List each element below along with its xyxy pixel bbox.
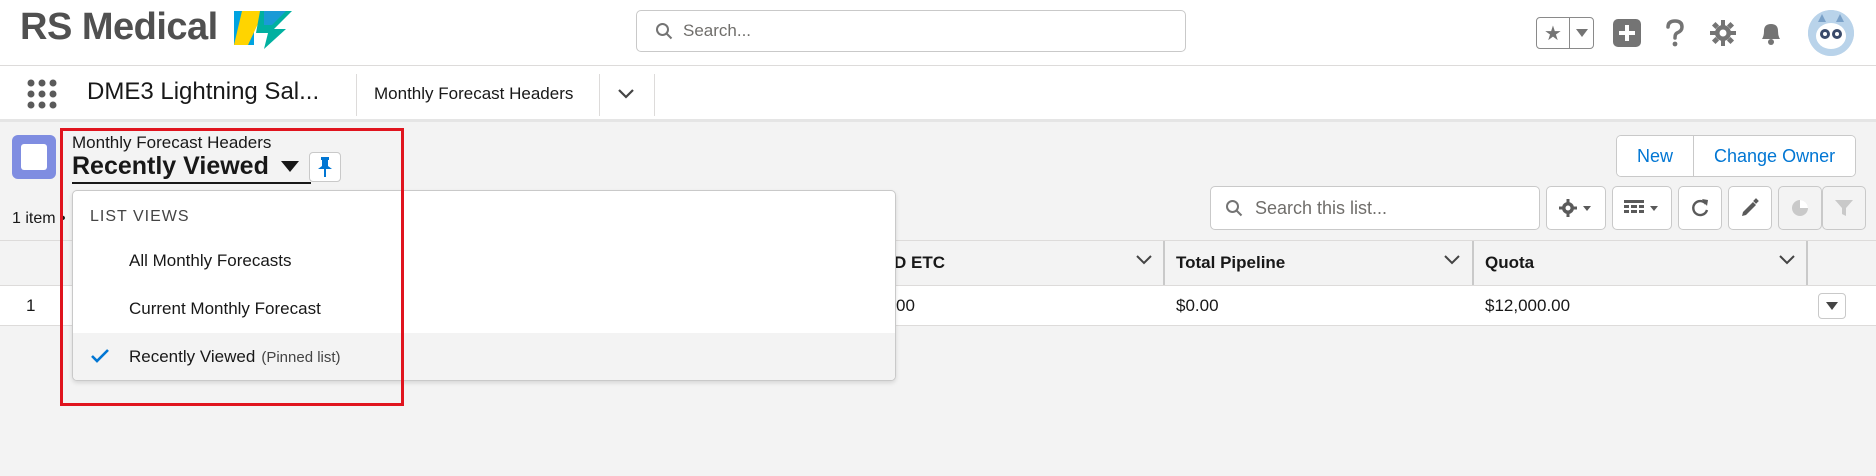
caret-down-icon <box>280 160 299 172</box>
item-count: 1 item • <box>12 210 66 227</box>
brand[interactable]: RS Medical <box>20 6 292 49</box>
pin-list-button[interactable] <box>309 152 341 182</box>
global-header: RS Medical ★ <box>0 0 1876 66</box>
search-icon <box>1226 200 1243 217</box>
table-view-icon <box>1624 200 1658 213</box>
nav-divider <box>356 74 357 116</box>
cell-total-pipeline: $0.00 <box>1176 296 1219 315</box>
app-name: DME3 Lightning Sal... <box>87 78 320 105</box>
chevron-down-icon[interactable] <box>1444 255 1460 265</box>
inline-edit-button[interactable] <box>1728 186 1772 230</box>
help-icon[interactable] <box>1660 18 1690 48</box>
column-header-quota[interactable]: Quota <box>1475 241 1807 285</box>
header-utility-icons: ★ <box>1536 10 1854 56</box>
pin-icon <box>318 157 332 177</box>
change-owner-button[interactable]: Change Owner <box>1694 136 1856 176</box>
display-as-button[interactable] <box>1612 186 1672 230</box>
list-view-picker[interactable]: Recently Viewed <box>72 152 311 184</box>
brand-logo-icon <box>233 10 292 49</box>
column-divider[interactable] <box>1472 241 1474 285</box>
row-number: 1 <box>26 296 36 315</box>
list-view-option-current-monthly-forecast[interactable]: Current Monthly Forecast <box>73 285 895 333</box>
user-avatar[interactable] <box>1808 10 1854 56</box>
favorites-star-icon[interactable]: ★ <box>1537 18 1570 48</box>
edit-icon <box>1742 198 1759 216</box>
dropdown-section-heading: List Views <box>90 208 190 225</box>
caret-down-icon <box>1826 302 1838 310</box>
list-settings-button[interactable] <box>1546 186 1606 230</box>
column-header-d-etc[interactable]: D ETC <box>888 241 1164 285</box>
setup-gear-icon[interactable] <box>1708 18 1738 48</box>
filters-button[interactable] <box>1822 186 1866 230</box>
object-label: Monthly Forecast Headers <box>72 133 272 152</box>
chevron-down-icon[interactable] <box>1779 255 1795 265</box>
list-search[interactable] <box>1210 186 1540 230</box>
row-actions-button[interactable] <box>1818 293 1846 319</box>
app-launcher-icon[interactable] <box>26 78 58 110</box>
refresh-icon <box>1692 199 1709 217</box>
list-view-option-all-monthly-forecasts[interactable]: All Monthly Forecasts <box>73 237 895 285</box>
list-view-title: Recently Viewed <box>72 152 269 180</box>
brand-name: RS Medical <box>20 6 218 48</box>
nav-more-chevron-down-icon[interactable] <box>600 78 652 110</box>
chevron-down-icon[interactable] <box>1136 255 1152 265</box>
refresh-button[interactable] <box>1678 186 1722 230</box>
global-search[interactable] <box>636 10 1186 52</box>
list-view-option-recently-viewed[interactable]: Recently Viewed (Pinned list) <box>73 333 895 380</box>
favorites-menu-chevron-icon[interactable] <box>1570 18 1593 48</box>
list-views-dropdown: List Views All Monthly Forecasts Current… <box>72 190 896 381</box>
charts-button[interactable] <box>1778 186 1822 230</box>
filter-icon <box>1835 200 1853 216</box>
pinned-list-tag: (Pinned list) <box>261 348 341 366</box>
settings-gear-icon <box>1559 199 1591 217</box>
add-icon[interactable] <box>1612 18 1642 48</box>
column-divider[interactable] <box>1163 241 1165 285</box>
checkmark-icon <box>91 349 109 363</box>
chart-icon <box>1792 200 1808 216</box>
search-icon <box>656 23 673 40</box>
new-button[interactable]: New <box>1617 136 1694 176</box>
cell-quota: $12,000.00 <box>1485 296 1571 315</box>
header-action-buttons: New Change Owner <box>1616 135 1857 177</box>
object-icon <box>12 135 56 179</box>
global-search-input[interactable] <box>683 21 1163 41</box>
cell-d-etc: 00 <box>896 296 915 315</box>
column-header-total-pipeline[interactable]: Total Pipeline <box>1166 241 1472 285</box>
notifications-bell-icon[interactable] <box>1756 18 1786 48</box>
tab-monthly-forecast-headers[interactable]: Monthly Forecast Headers <box>374 84 573 104</box>
list-search-input[interactable] <box>1255 197 1525 219</box>
app-navigation-bar: DME3 Lightning Sal... Monthly Forecast H… <box>0 66 1876 122</box>
column-divider <box>1806 241 1808 285</box>
nav-divider <box>654 74 655 116</box>
favorites-button[interactable]: ★ <box>1536 17 1594 49</box>
